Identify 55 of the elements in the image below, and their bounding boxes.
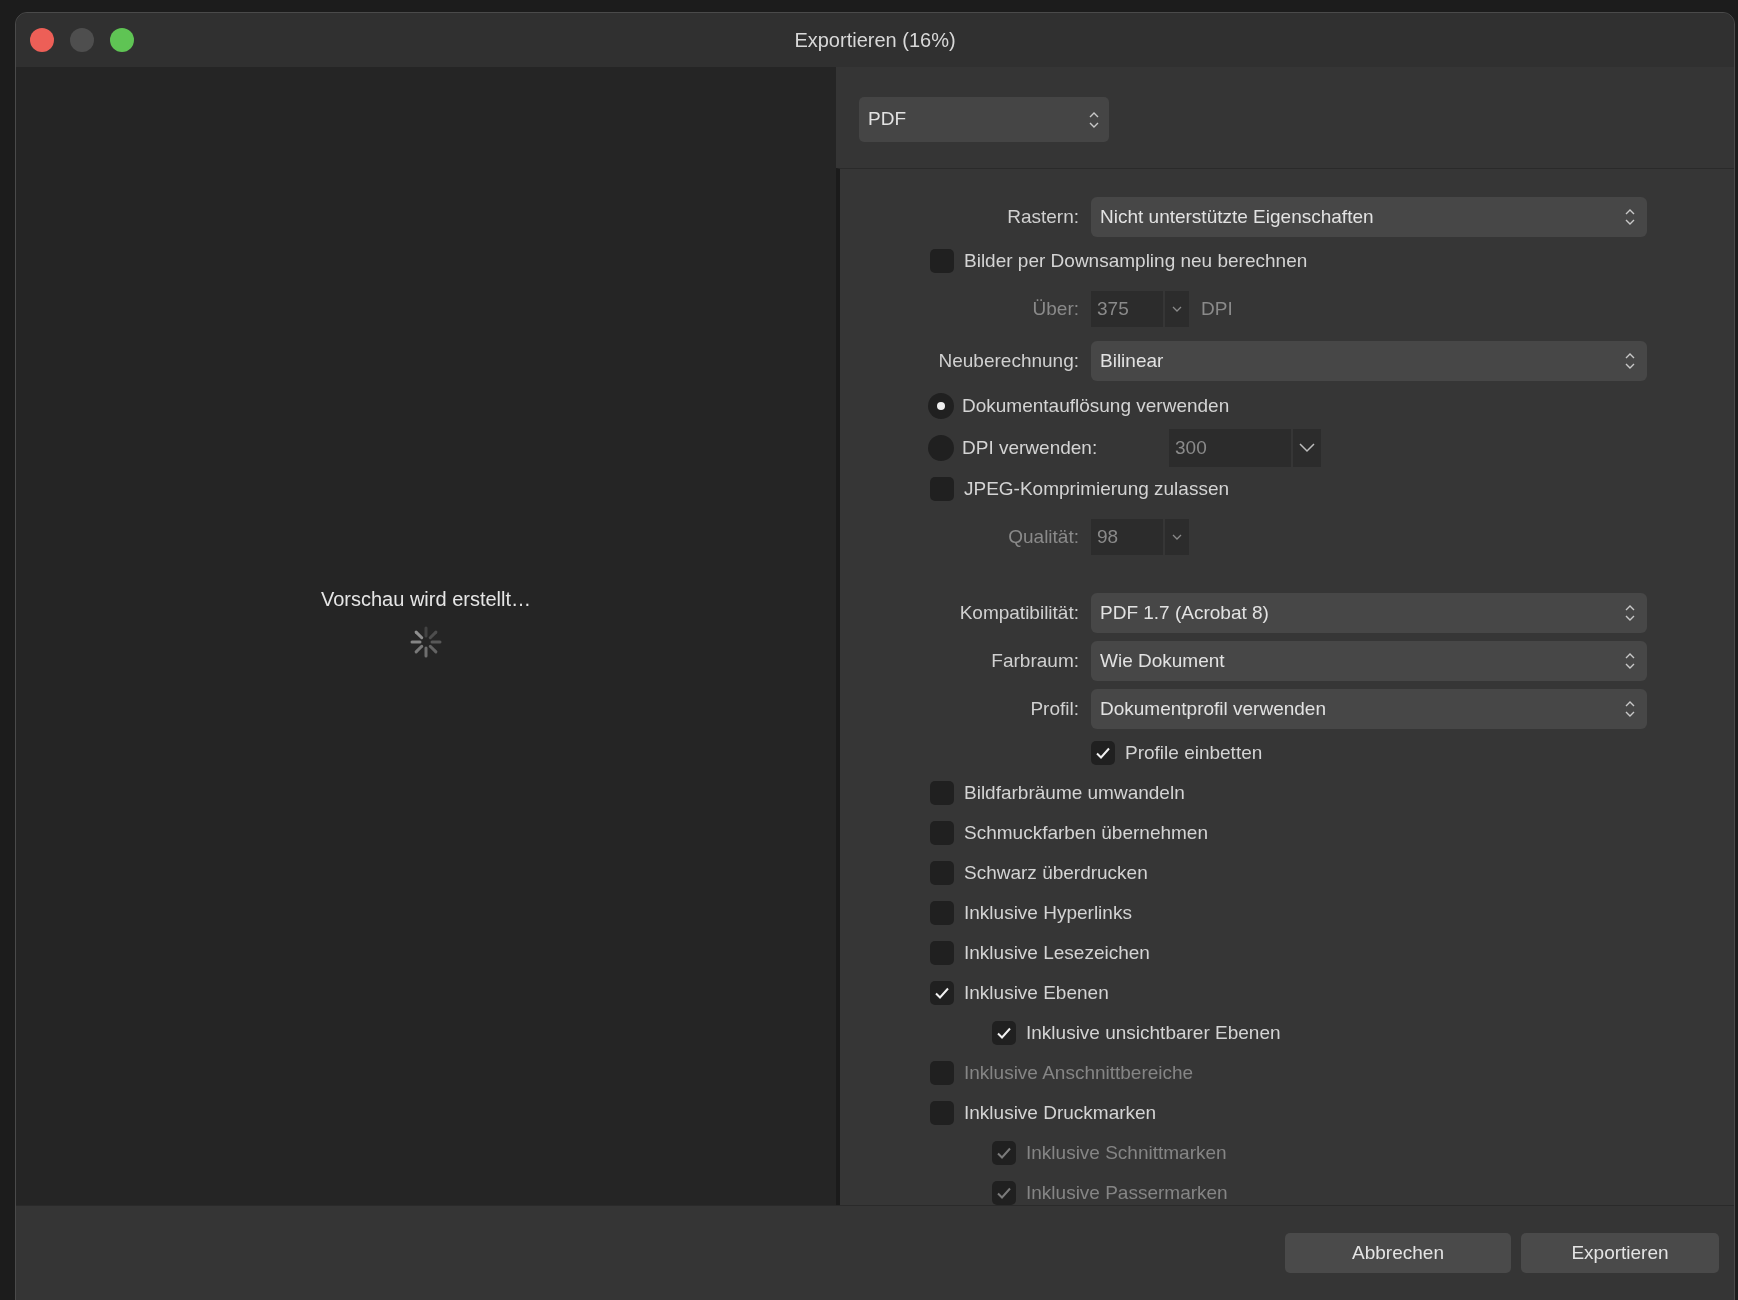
- dialog-button[interactable]: Abbrechen: [1285, 1233, 1511, 1273]
- checkbox[interactable]: [930, 981, 954, 1005]
- checkmark-icon: [1095, 746, 1111, 760]
- minimize-button[interactable]: [70, 28, 94, 52]
- checkbox-label: Profile einbetten: [1125, 740, 1263, 765]
- field-label: Kompatibilität:: [958, 600, 1080, 625]
- checkbox-label: Bildfarbräume umwandeln: [964, 780, 1185, 805]
- dialog-button[interactable]: Exportieren: [1521, 1233, 1719, 1273]
- field-label: Farbraum:: [990, 648, 1080, 673]
- checkmark-icon: [996, 1026, 1012, 1040]
- checkbox[interactable]: [992, 1021, 1016, 1045]
- checkbox-label: Schwarz überdrucken: [964, 860, 1148, 885]
- unit-label: DPI: [1201, 296, 1233, 321]
- radio-label: Dokumentauflösung verwenden: [962, 393, 1230, 418]
- checkbox-label: Inklusive Druckmarken: [964, 1100, 1157, 1125]
- field-label: Qualität:: [1007, 524, 1080, 549]
- checkbox[interactable]: [1091, 741, 1115, 765]
- chevron-down-icon: [1172, 305, 1182, 313]
- dropdown[interactable]: Bilinear: [1091, 341, 1647, 381]
- checkbox-label: Inklusive Schnittmarken: [1026, 1140, 1227, 1165]
- checkmark-icon: [996, 1186, 1012, 1200]
- checkbox-label: Inklusive Passermarken: [1026, 1180, 1228, 1205]
- checkbox-label: Bilder per Downsampling neu berechnen: [964, 248, 1308, 273]
- chevron-updown-icon: [1625, 651, 1635, 671]
- chevron-updown-icon: [1625, 351, 1635, 371]
- chevron-updown-icon: [1625, 207, 1635, 227]
- radio-label: DPI verwenden:: [962, 435, 1098, 460]
- dropdown[interactable]: Nicht unterstützte Eigenschaften: [1091, 197, 1647, 237]
- format-dropdown[interactable]: PDF: [859, 97, 1109, 142]
- checkmark-icon: [934, 986, 950, 1000]
- dropdown[interactable]: Wie Dokument: [1091, 641, 1647, 681]
- checkbox-label: Schmuckfarben übernehmen: [964, 820, 1208, 845]
- close-button[interactable]: [30, 28, 54, 52]
- checkbox-label: Inklusive unsichtbarer Ebenen: [1026, 1020, 1281, 1045]
- field-label: Rastern:: [1006, 204, 1080, 229]
- checkbox-label: Inklusive Ebenen: [964, 980, 1109, 1005]
- preview-status-text: Vorschau wird erstellt…: [320, 587, 532, 612]
- checkbox-label: Inklusive Anschnittbereiche: [964, 1060, 1194, 1085]
- loading-spinner-icon: [410, 626, 442, 658]
- checkbox-label: Inklusive Hyperlinks: [964, 900, 1132, 925]
- field-label: Profil:: [1029, 696, 1080, 721]
- checkbox-label: Inklusive Lesezeichen: [964, 940, 1150, 965]
- chevron-down-icon: [1172, 533, 1182, 541]
- checkmark-icon: [996, 1146, 1012, 1160]
- field-label: Neuberechnung:: [937, 348, 1080, 373]
- field-label: Über:: [1031, 296, 1080, 321]
- zoom-button[interactable]: [110, 28, 134, 52]
- dropdown[interactable]: Dokumentprofil verwenden: [1091, 689, 1647, 729]
- checkbox-label: JPEG-Komprimierung zulassen: [964, 476, 1230, 501]
- chevron-down-icon: [1299, 443, 1315, 453]
- window-title: Exportieren (16%): [794, 28, 956, 53]
- chevron-updown-icon: [1625, 699, 1635, 719]
- dropdown[interactable]: PDF 1.7 (Acrobat 8): [1091, 593, 1647, 633]
- chevron-updown-icon: [1625, 603, 1635, 623]
- radio-button[interactable]: [928, 393, 954, 419]
